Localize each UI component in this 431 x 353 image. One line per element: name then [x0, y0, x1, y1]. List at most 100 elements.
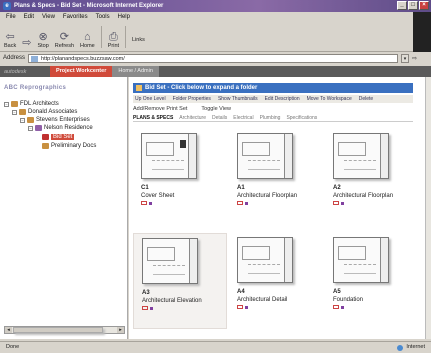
- collapse-icon[interactable]: −: [12, 109, 17, 115]
- collapse-icon[interactable]: −: [20, 117, 25, 123]
- sheet-card[interactable]: A2 Architectural Floorplan: [325, 129, 419, 225]
- tree-item-fdl-architects[interactable]: − FDL Architects: [4, 101, 59, 107]
- windows-logo: [413, 12, 431, 52]
- back-button[interactable]: ⇦ Back: [4, 31, 16, 51]
- folder-icon: [27, 117, 34, 123]
- minimize-button[interactable]: _: [397, 1, 407, 10]
- content-vertical-scrollbar[interactable]: [425, 77, 431, 339]
- zone-label: Internet: [406, 344, 425, 350]
- tab-plans-specs[interactable]: PLANS & SPECS: [133, 115, 173, 121]
- sheet-thumbnail[interactable]: [237, 133, 293, 179]
- close-button[interactable]: ×: [419, 1, 429, 10]
- folder-icon: [19, 109, 26, 115]
- sheet-card[interactable]: A5 Foundation: [325, 233, 419, 329]
- tab-details[interactable]: Details: [212, 115, 227, 121]
- sheet-status-icons: [237, 201, 248, 205]
- menu-tools[interactable]: Tools: [96, 12, 110, 22]
- main-content: Bid Set - Click below to expand a folder…: [129, 77, 431, 339]
- sheet-card[interactable]: A1 Architectural Floorplan: [229, 129, 323, 225]
- status-text: Done: [6, 344, 20, 350]
- sidebar-horizontal-scrollbar[interactable]: ◂ ▸: [4, 326, 125, 334]
- menu-file[interactable]: File: [6, 12, 16, 22]
- sheet-name[interactable]: Architectural Elevation: [142, 298, 202, 304]
- sheet-card[interactable]: A4 Architectural Detail: [229, 233, 323, 329]
- tab-electrical[interactable]: Electrical: [233, 115, 253, 121]
- sheet-card-selected[interactable]: A3 Architectural Elevation: [133, 233, 227, 329]
- action-delete[interactable]: Delete: [359, 96, 373, 102]
- forward-arrow-icon: ⇨: [22, 37, 32, 49]
- toolbar: ⇦ Back ⇨ ⊗ Stop ⟳ Refresh ⌂ Home ⎙ Print…: [0, 22, 413, 52]
- scroll-right-icon[interactable]: ▸: [117, 327, 124, 333]
- sheet-thumbnail[interactable]: [237, 237, 293, 283]
- sheet-name[interactable]: Architectural Floorplan: [237, 193, 297, 199]
- sheet-status-icons: [333, 201, 344, 205]
- action-folder-properties[interactable]: Folder Properties: [173, 96, 211, 102]
- tab-project-workcenter[interactable]: Project Workcenter: [50, 66, 113, 77]
- sheet-name[interactable]: Architectural Detail: [237, 297, 287, 303]
- printer-icon: ⎙: [108, 31, 118, 43]
- print-button[interactable]: ⎙ Print: [108, 31, 119, 51]
- action-edit-description[interactable]: Edit Description: [265, 96, 300, 102]
- tree-item-preliminary-docs[interactable]: Preliminary Docs: [42, 143, 96, 149]
- toggle-view-button[interactable]: Toggle View: [201, 106, 231, 112]
- folder-title-bar: Bid Set - Click below to expand a folder: [133, 83, 413, 93]
- tree-item-nelson-residence[interactable]: − Nelson Residence: [28, 125, 93, 131]
- collapse-icon[interactable]: −: [4, 101, 9, 107]
- sheet-card[interactable]: C1 Cover Sheet: [133, 129, 227, 225]
- address-input[interactable]: http://planandspecs.buzzsaw.com/: [28, 53, 399, 63]
- action-move-to-workspace[interactable]: Move To Workspace: [307, 96, 352, 102]
- sheet-thumbnail[interactable]: [142, 238, 198, 284]
- menu-view[interactable]: View: [42, 12, 55, 22]
- menu-favorites[interactable]: Favorites: [63, 12, 88, 22]
- sheet-grid: C1 Cover Sheet A1 Architectural Floorpla…: [133, 129, 423, 339]
- sheet-thumbnail[interactable]: [333, 133, 389, 179]
- collapse-icon[interactable]: −: [28, 125, 33, 131]
- sheet-thumbnail[interactable]: [141, 133, 197, 179]
- tab-home-admin[interactable]: Home / Admin: [112, 66, 159, 77]
- folder-icon: [11, 101, 18, 107]
- go-arrow-icon[interactable]: ⇨: [412, 55, 417, 62]
- view-actions: Add/Remove Print Set Toggle View: [133, 105, 333, 113]
- sheet-code: A2: [333, 185, 341, 191]
- sheet-thumbnail[interactable]: [333, 237, 389, 283]
- security-zone: Internet: [397, 342, 425, 353]
- address-dropdown-button[interactable]: ▾: [401, 53, 410, 63]
- action-up-one-level[interactable]: Up One Level: [135, 96, 166, 102]
- action-show-thumbnails[interactable]: Show Thumbnails: [218, 96, 258, 102]
- tab-architecture[interactable]: Architecture: [179, 115, 206, 121]
- sheet-name[interactable]: Cover Sheet: [141, 193, 174, 199]
- sheet-status-icons: [237, 305, 248, 309]
- refresh-button[interactable]: ⟳ Refresh: [55, 31, 74, 51]
- scrollbar-thumb[interactable]: [13, 327, 103, 333]
- internet-explorer-icon: e: [3, 2, 11, 10]
- menu-bar: File Edit View Favorites Tools Help: [0, 12, 431, 22]
- tab-specifications[interactable]: Specifications: [286, 115, 317, 121]
- folder-icon: [42, 134, 49, 140]
- toolbar-divider: [100, 26, 102, 48]
- home-button[interactable]: ⌂ Home: [80, 31, 95, 51]
- sheet-code: A4: [237, 289, 245, 295]
- brand-logo: autodesk: [4, 68, 27, 75]
- home-icon: ⌂: [84, 31, 91, 43]
- folder-icon: [42, 143, 49, 149]
- sheet-status-icons: [141, 201, 152, 205]
- menu-help[interactable]: Help: [118, 12, 130, 22]
- sidebar-heading: ABC Reprographics: [4, 85, 67, 91]
- sheet-code: A1: [237, 185, 245, 191]
- forward-button[interactable]: ⇨: [22, 37, 31, 51]
- status-bar: Done Internet: [0, 341, 431, 353]
- links-button[interactable]: Links: [132, 37, 145, 51]
- tab-plumbing[interactable]: Plumbing: [260, 115, 281, 121]
- sheet-name[interactable]: Foundation: [333, 297, 363, 303]
- folder-actions: Up One Level Folder Properties Show Thum…: [133, 95, 413, 103]
- sheet-name[interactable]: Architectural Floorplan: [333, 193, 393, 199]
- tree-item-donald-associates[interactable]: − Donald Associates: [12, 109, 77, 115]
- tree-item-stevens-enterprises[interactable]: − Stevens Enterprises: [20, 117, 90, 123]
- tree-item-bid-set[interactable]: Bid Set: [42, 134, 75, 140]
- maximize-button[interactable]: □: [408, 1, 418, 10]
- stop-button[interactable]: ⊗ Stop: [37, 31, 48, 51]
- stop-icon: ⊗: [38, 31, 48, 43]
- menu-edit[interactable]: Edit: [24, 12, 34, 22]
- add-remove-print-set-button[interactable]: Add/Remove Print Set: [133, 106, 187, 112]
- scroll-left-icon[interactable]: ◂: [5, 327, 12, 333]
